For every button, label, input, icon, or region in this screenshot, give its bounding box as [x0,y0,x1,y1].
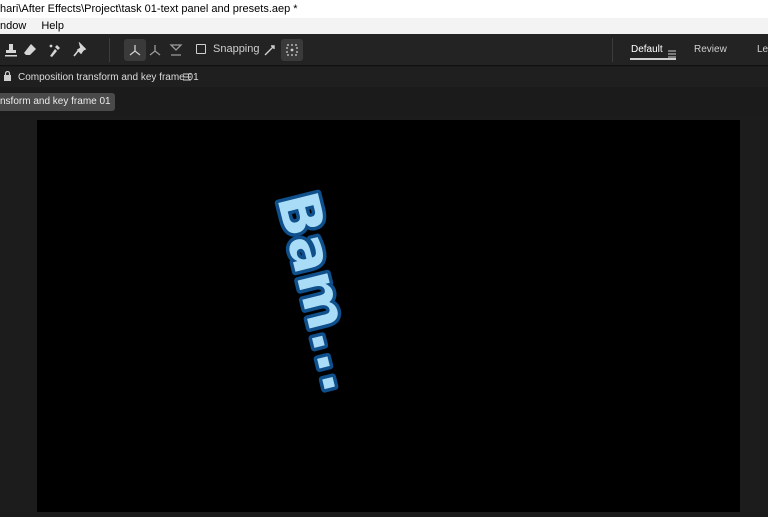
menu-window[interactable]: ndow [0,18,26,34]
roto-brush-tool-icon[interactable] [44,39,66,61]
composition-panel-header: Composition transform and key frame 01 [0,67,768,87]
composition-tab[interactable]: nsform and key frame 01 [0,93,115,111]
workspace-default[interactable]: Default [631,44,663,55]
workspace-review[interactable]: Review [694,44,727,55]
window-title: hari\After Effects\Project\task 01-text … [0,0,768,18]
panel-title: Composition transform and key frame 01 [18,72,199,83]
eraser-tool-icon[interactable] [19,39,41,61]
toolbar-divider [109,38,110,62]
axis-local-icon[interactable] [124,39,146,61]
hamburger-icon[interactable] [668,45,676,58]
menu-help[interactable]: Help [41,18,64,34]
workspace-learn[interactable]: Lea [757,44,768,55]
composition-canvas[interactable]: Bam... [37,120,740,512]
axis-view-icon[interactable] [165,39,187,61]
composition-tab-row: nsform and key frame 01 [0,87,768,117]
menu-bar: ndow Help [0,18,768,34]
composition-viewer[interactable]: Bam... [0,117,768,512]
snap-to-features-icon[interactable] [281,39,303,61]
lock-icon[interactable] [3,70,12,81]
snapping-label: Snapping [213,43,260,55]
toolbar-divider [612,38,613,62]
canvas-svg: Bam... [260,182,379,401]
axis-world-icon[interactable] [144,39,166,61]
panel-menu-icon[interactable] [183,73,191,81]
canvas-text-layer[interactable]: Bam... [260,182,379,401]
workspace-active-indicator [630,58,676,60]
puppet-pin-tool-icon[interactable] [68,39,90,61]
snapping-option-icon[interactable] [259,39,281,61]
snapping-checkbox[interactable] [196,44,206,54]
